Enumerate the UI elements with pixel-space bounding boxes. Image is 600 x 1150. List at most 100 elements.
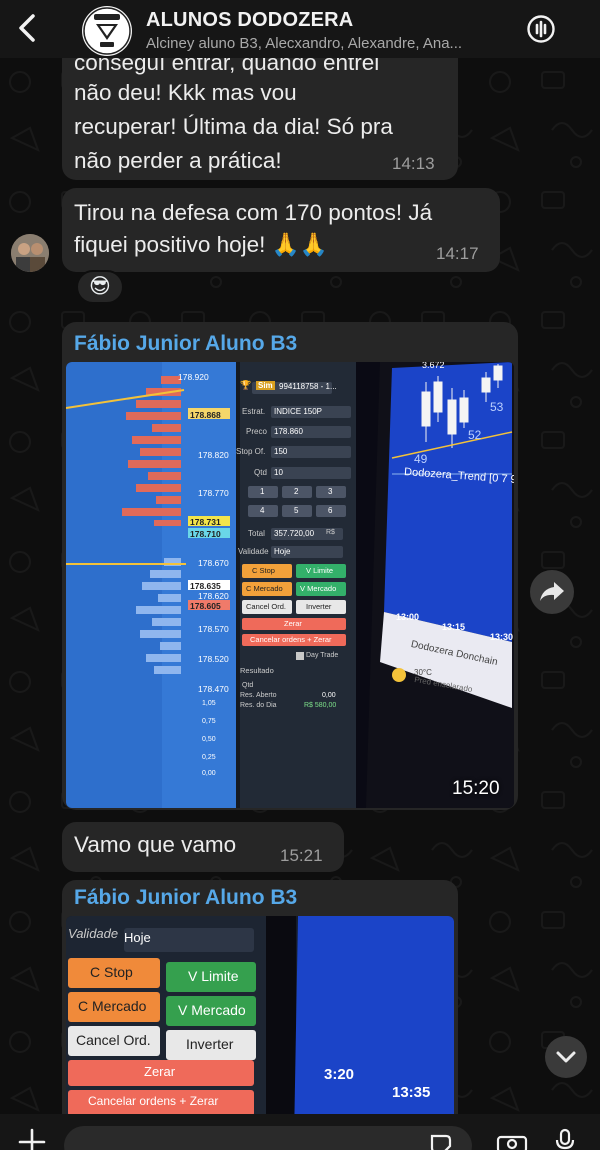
group-avatar[interactable]	[82, 6, 132, 56]
sender-name[interactable]: Fábio Junior Aluno B3	[74, 332, 297, 356]
message-line: não deu! Kkk mas vou	[74, 80, 297, 105]
v-mercado-label: V Mercado	[300, 584, 337, 593]
validity-value: Hoje	[124, 930, 151, 945]
chart-time: 13:35	[392, 1084, 431, 1101]
validity-label: Validade	[68, 926, 119, 941]
stop-label: Stop Of.	[236, 447, 266, 456]
person-photo-icon	[11, 234, 49, 272]
message-line: recuperar! Última da dia! Só pra	[74, 114, 393, 139]
stop-value: 150	[274, 447, 288, 456]
v-mercado-label: V Mercado	[178, 1002, 246, 1018]
plus-icon[interactable]	[18, 1128, 46, 1150]
res-dia-label: Res. do Dia	[240, 702, 277, 709]
validity-label: Validade	[238, 547, 269, 556]
res-aberto-label: Res. Aberto	[240, 692, 277, 699]
cancelar-zerar-label: Cancelar ordens + Zerar	[88, 1094, 219, 1108]
chart-level: 53	[490, 400, 504, 414]
inverter-label: Inverter	[186, 1036, 234, 1052]
chart-level: 49	[414, 452, 428, 466]
message-bubble[interactable]: Vamo que vamo 15:21	[62, 822, 344, 872]
zerar-label: Zerar	[284, 619, 302, 628]
chat-area[interactable]: conseguí entrar, quando entrei não deu! …	[0, 58, 600, 1114]
forward-button[interactable]	[530, 570, 574, 614]
c-mercado-label: C Mercado	[246, 584, 283, 593]
cancel-order-label: Cancel Ord.	[76, 1032, 151, 1048]
volume-label: 0,25	[202, 754, 216, 761]
message-photo[interactable]: 178.920 178.868 178.820 178.770 178.731 …	[66, 362, 514, 808]
ladder-price: 178.820	[198, 450, 229, 460]
keypad-key: 2	[294, 487, 299, 496]
c-stop-label: C Stop	[90, 964, 133, 980]
ladder-price: 178.920	[178, 372, 209, 382]
volume-label: 0,75	[202, 718, 216, 725]
cancel-order-label: Cancel Ord.	[246, 602, 287, 611]
inverter-label: Inverter	[306, 602, 332, 611]
day-trade-label: Day Trade	[306, 652, 339, 659]
v-limite-label: V Limite	[306, 566, 334, 575]
message-bubble[interactable]: Tirou na defesa com 170 pontos! Já fique…	[62, 188, 500, 272]
chart-time: 13:00	[396, 612, 420, 622]
keypad-key: 5	[294, 506, 299, 515]
ladder-price: 178.770	[198, 488, 229, 498]
total-value: 357.720,00	[274, 529, 315, 538]
strategy-label: Estrat.	[242, 407, 266, 416]
message-time: 14:17	[436, 244, 479, 263]
total-label: Total	[248, 529, 265, 538]
qty-value: 10	[274, 468, 283, 477]
image-message-bubble[interactable]: Fábio Junior Aluno B3 Validade Hoje C St…	[62, 880, 458, 1114]
result-label: Resultado	[240, 666, 274, 675]
composer-bar	[0, 1114, 600, 1150]
chat-members[interactable]: Alciney aluno B3, Alecxandro, Alexandre,…	[146, 35, 516, 52]
voice-chat-icon[interactable]	[526, 14, 556, 44]
message-bubble[interactable]: conseguí entrar, quando entrei não deu! …	[62, 58, 458, 180]
message-input[interactable]	[64, 1126, 472, 1150]
keypad-key: 1	[260, 487, 265, 496]
volume-label: 0,00	[202, 770, 216, 777]
chart-price: 3.672	[422, 362, 445, 370]
keypad-key: 4	[260, 506, 265, 515]
c-stop-label: C Stop	[252, 566, 275, 575]
back-arrow-icon[interactable]	[12, 12, 44, 44]
res-aberto-value: 0,00	[322, 692, 336, 699]
total-currency: R$	[326, 529, 335, 536]
chart-time: 3:20	[324, 1066, 355, 1083]
ladder-price: 178.470	[198, 684, 229, 694]
ladder-price: 178.868	[190, 410, 221, 420]
keypad-key: 3	[328, 487, 333, 496]
volume-label: 0,50	[202, 736, 216, 743]
ladder-price: 178.570	[198, 624, 229, 634]
result-qtd-label: Qtd	[242, 682, 254, 689]
c-mercado-label: C Mercado	[78, 998, 147, 1014]
qty-label: Qtd	[254, 468, 267, 477]
sticker-icon[interactable]	[428, 1134, 454, 1150]
sender-avatar[interactable]	[11, 234, 49, 272]
account-number: 994118758 - 1...	[279, 382, 337, 391]
camera-icon[interactable]	[496, 1132, 528, 1150]
message-line: não perder a prática!	[74, 148, 282, 173]
ladder-price: 178.710	[190, 529, 221, 539]
message-time: 14:13	[392, 154, 435, 173]
validity-value: Hoje	[274, 547, 291, 556]
trophy-icon: 🏆	[240, 380, 252, 390]
keypad-key: 6	[328, 506, 333, 515]
chat-title[interactable]: ALUNOS DODOZERA	[146, 9, 353, 32]
volume-label: 1,05	[202, 700, 216, 707]
scroll-to-bottom-button[interactable]	[545, 1036, 587, 1078]
ladder-price: 178.731	[190, 517, 221, 527]
strategy-value: INDICE 150P	[274, 407, 323, 416]
sender-name[interactable]: Fábio Junior Aluno B3	[74, 886, 297, 910]
chat-header: ALUNOS DODOZERA Alciney aluno B3, Alecxa…	[0, 0, 600, 58]
price-label: Preco	[246, 427, 267, 436]
message-reaction[interactable]: 😎	[76, 270, 124, 304]
res-dia-value: R$ 580,00	[304, 702, 337, 709]
message-text: Vamo que vamo	[74, 832, 237, 857]
mic-icon[interactable]	[554, 1128, 576, 1150]
chart-time: 13:30	[490, 632, 514, 642]
message-time: 15:21	[280, 846, 323, 865]
cancelar-zerar-label: Cancelar ordens + Zerar	[250, 635, 332, 644]
message-line: fiquei positivo hoje! 🙏🙏	[74, 232, 328, 257]
message-photo[interactable]: Validade Hoje C Stop V Limite C Mercado …	[66, 916, 454, 1114]
image-message-bubble[interactable]: Fábio Junior Aluno B3 178.920 178.868 17…	[62, 322, 518, 810]
ladder-price: 178.670	[198, 558, 229, 568]
photo-time: 15:20	[452, 778, 500, 799]
